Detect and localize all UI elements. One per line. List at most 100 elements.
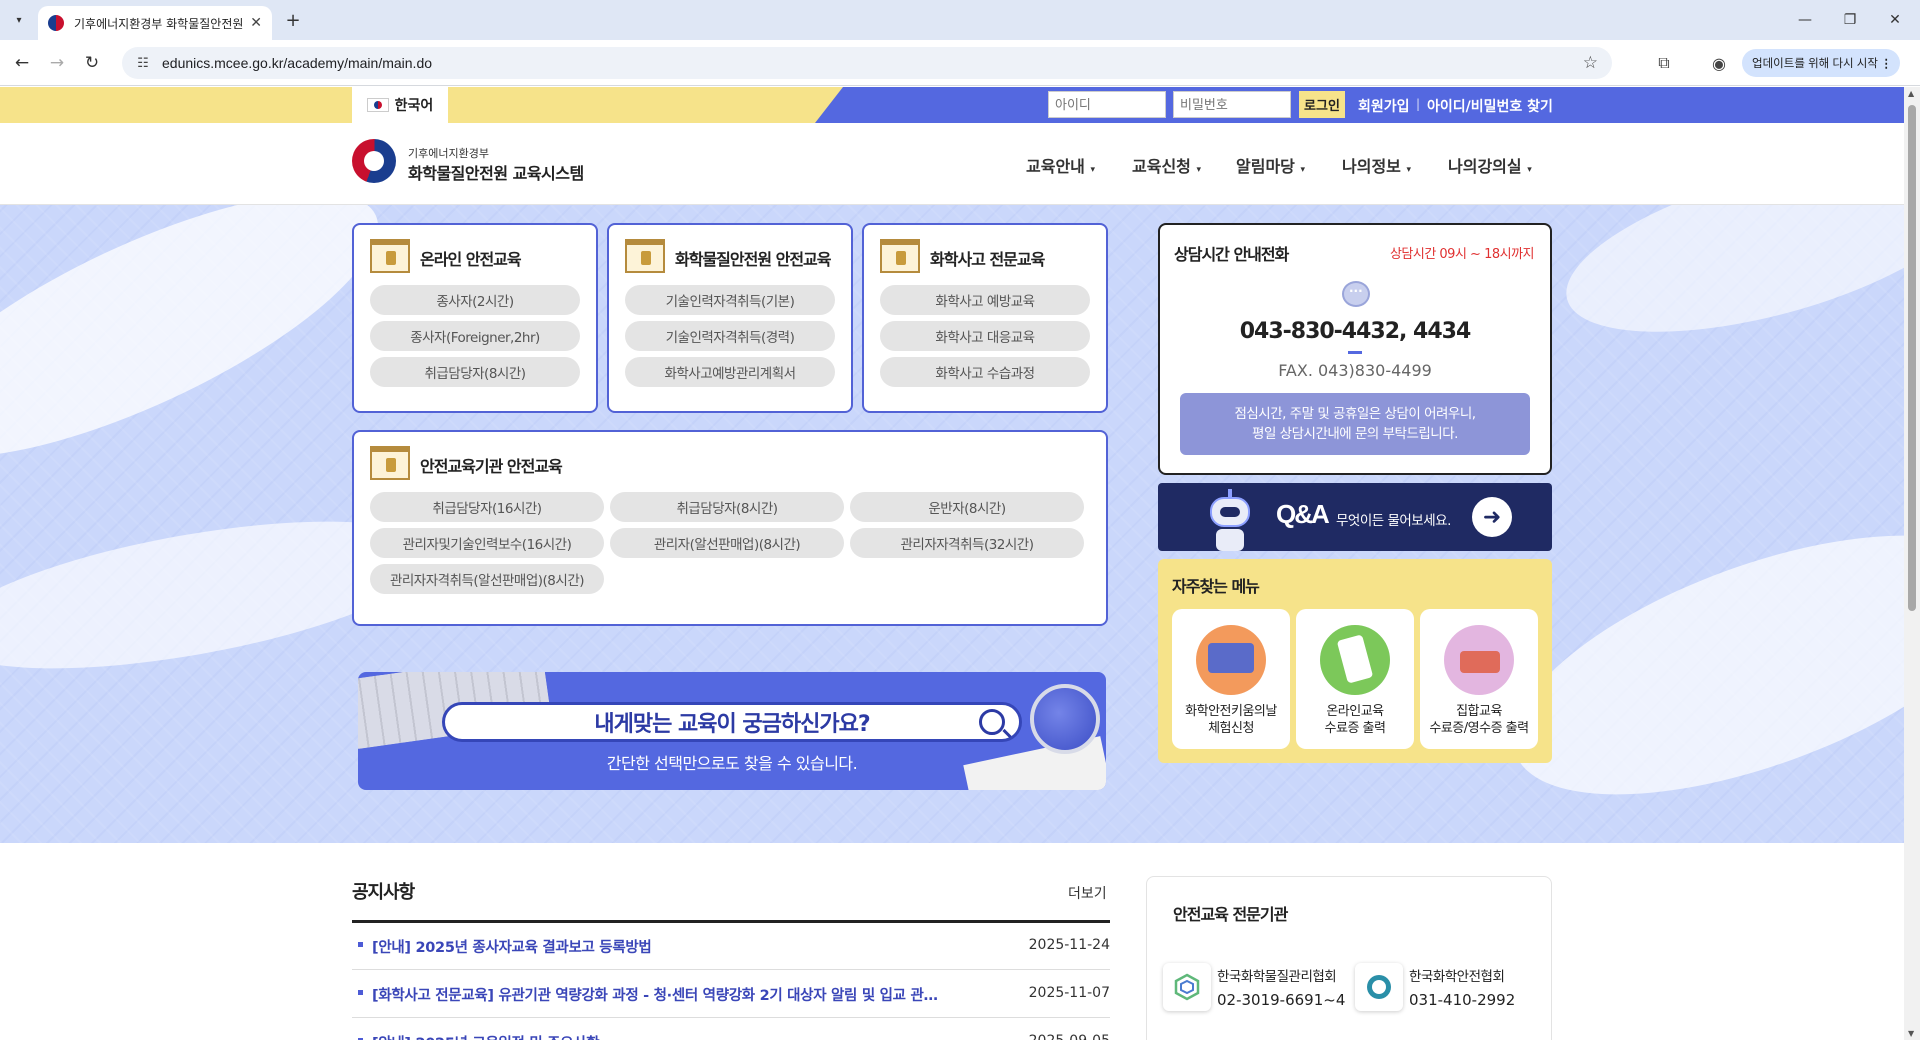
window-restore-icon[interactable]: ❐ bbox=[1835, 8, 1865, 32]
address-bar[interactable]: ☷ edunics.mcee.go.kr/academy/main/main.d… bbox=[122, 47, 1612, 79]
update-button-label: 업데이트를 위해 다시 시작 bbox=[1752, 58, 1878, 70]
gnb-education-apply[interactable]: 교육신청 ▾ bbox=[1132, 153, 1201, 177]
join-link[interactable]: 회원가입 bbox=[1358, 96, 1410, 116]
id-input[interactable] bbox=[1048, 91, 1166, 118]
scrollbar-thumb[interactable] bbox=[1908, 105, 1916, 611]
site-favicon-icon bbox=[48, 15, 64, 31]
notice-more-link[interactable]: 더보기 bbox=[1068, 883, 1107, 903]
card-agency-safety: 안전교육기관 안전교육 취급담당자(16시간) 취급담당자(8시간) 운반자(8… bbox=[352, 430, 1108, 626]
agency-item-kcma[interactable]: 한국화학물질관리협회 02-3019-6691~4 bbox=[1163, 963, 1345, 1011]
password-input[interactable] bbox=[1173, 91, 1291, 118]
notice-row[interactable]: [화학사고 전문교육] 유관기관 역량강화 과정 - 청·센터 역량강화 2기 … bbox=[352, 971, 1110, 1018]
card-institute-safety: 화학물질안전원 안전교육 기술인력자격취득(기본) 기술인력자격취득(경력) 화… bbox=[607, 223, 853, 413]
korea-flag-icon bbox=[366, 98, 389, 112]
bullet-icon bbox=[358, 942, 363, 947]
agency-name: 한국화학물질관리협회 bbox=[1217, 969, 1337, 985]
notice-row[interactable]: [안내] 2025년 교육일정 및 주요사항 2025-09-05 bbox=[352, 1019, 1110, 1040]
card-title: 안전교육기관 안전교육 bbox=[420, 457, 563, 476]
quick-label-line: 수료증 출력 bbox=[1324, 721, 1386, 736]
consult-note-line: 평일 상담시간내에 문의 부탁드립니다. bbox=[1252, 426, 1458, 442]
forward-arrow-icon[interactable]: → bbox=[45, 51, 69, 75]
course-pill[interactable]: 화학사고 수습과정 bbox=[880, 357, 1090, 387]
util-separator: | bbox=[1416, 97, 1421, 111]
back-arrow-icon[interactable]: ← bbox=[10, 51, 34, 75]
card-head: 안전교육기관 안전교육 bbox=[370, 446, 563, 480]
course-finder-banner[interactable]: 내게맞는 교육이 궁금하신가요? 간단한 선택만으로도 찾을 수 있습니다. bbox=[358, 672, 1106, 790]
profile-avatar-icon[interactable]: ◉ bbox=[1707, 51, 1731, 75]
quick-menu-item-online-cert[interactable]: 온라인교육 수료증 출력 bbox=[1296, 609, 1414, 749]
course-pill[interactable]: 기술인력자격취득(기본) bbox=[625, 285, 835, 315]
course-pill[interactable]: 화학사고 대응교육 bbox=[880, 321, 1090, 351]
scroll-up-arrow-icon[interactable]: ▲ bbox=[1908, 89, 1914, 98]
find-account-link[interactable]: 아이디/비밀번호 찾기 bbox=[1427, 96, 1553, 116]
course-pill[interactable]: 화학사고예방관리계획서 bbox=[625, 357, 835, 387]
tab-close-icon[interactable]: ✕ bbox=[250, 15, 262, 31]
card-title: 온라인 안전교육 bbox=[420, 250, 522, 269]
course-pill[interactable]: 취급담당자(8시간) bbox=[370, 357, 580, 387]
bookmark-star-icon[interactable]: ☆ bbox=[1583, 53, 1598, 73]
logo-system-name[interactable]: 화학물질안전원 교육시스템 bbox=[408, 160, 584, 184]
gnb-notice-board[interactable]: 알림마당 ▾ bbox=[1236, 153, 1305, 177]
agency-item-kcsa[interactable]: 한국화학안전협회 031-410-2992 bbox=[1355, 963, 1515, 1011]
browser-menu-dots-icon[interactable]: ⋮ bbox=[1881, 56, 1893, 70]
page-scrollbar[interactable]: ▲ ▼ bbox=[1904, 87, 1920, 1040]
consultation-box: 상담시간 안내전화 상담시간 09시 ~ 18시까지 043-830-4432,… bbox=[1158, 223, 1552, 475]
window-close-icon[interactable]: ✕ bbox=[1880, 8, 1910, 32]
logo-ministry-name[interactable]: 기후에너지환경부 bbox=[408, 145, 489, 161]
arrow-right-icon[interactable]: ➜ bbox=[1472, 497, 1512, 537]
browser-tab-active[interactable]: 기후에너지환경부 화학물질안전원 ✕ bbox=[38, 6, 272, 40]
course-pill[interactable]: 기술인력자격취득(경력) bbox=[625, 321, 835, 351]
printer-icon bbox=[1444, 625, 1514, 695]
consult-fax: FAX. 043)830-4499 bbox=[1278, 361, 1432, 380]
card-head: 화학물질안전원 안전교육 bbox=[625, 239, 831, 273]
course-finder-search[interactable]: 내게맞는 교육이 궁금하신가요? bbox=[442, 702, 1022, 742]
notice-row[interactable]: [안내] 2025년 종사자교육 결과보고 등록방법 2025-11-24 bbox=[352, 923, 1110, 970]
consult-hours: 상담시간 09시 ~ 18시까지 bbox=[1389, 247, 1535, 262]
language-selector[interactable]: 한국어 bbox=[352, 87, 448, 123]
course-pill[interactable]: 취급담당자(16시간) bbox=[370, 492, 604, 522]
gnb-education-info[interactable]: 교육안내 ▾ bbox=[1026, 153, 1095, 177]
login-button[interactable]: 로그인 bbox=[1299, 91, 1345, 118]
scroll-down-arrow-icon[interactable]: ▼ bbox=[1908, 1029, 1914, 1038]
course-pill[interactable]: 종사자(2시간) bbox=[370, 285, 580, 315]
extensions-puzzle-icon[interactable]: ⧉ bbox=[1652, 51, 1676, 75]
url-text[interactable]: edunics.mcee.go.kr/academy/main/main.do bbox=[162, 55, 432, 71]
notice-item-title[interactable]: [안내] 2025년 교육일정 및 주요사항 bbox=[372, 1032, 972, 1040]
tab-search-chevron-icon[interactable]: ▾ bbox=[8, 9, 30, 31]
notice-item-title[interactable]: [화학사고 전문교육] 유관기관 역량강화 과정 - 청·센터 역량강화 2기 … bbox=[372, 984, 972, 1005]
window-minimize-icon[interactable]: — bbox=[1790, 8, 1820, 32]
course-pill[interactable]: 관리자(알선판매업)(8시간) bbox=[610, 528, 844, 558]
course-pill[interactable]: 화학사고 예방교육 bbox=[880, 285, 1090, 315]
notice-item-date: 2025-11-07 bbox=[1028, 985, 1110, 1001]
course-pill[interactable]: 운반자(8시간) bbox=[850, 492, 1084, 522]
browser-tab-bar: ▾ 기후에너지환경부 화학물질안전원 ✕ + — ❐ ✕ bbox=[0, 0, 1920, 40]
gnb-my-info[interactable]: 나의정보 ▾ bbox=[1342, 153, 1411, 177]
government-emblem-logo[interactable] bbox=[352, 139, 396, 183]
gnb-my-classroom[interactable]: 나의강의실 ▾ bbox=[1448, 153, 1532, 177]
agency-text: 한국화학안전협회 031-410-2992 bbox=[1409, 965, 1515, 1009]
course-pill[interactable]: 관리자및기술인력보수(16시간) bbox=[370, 528, 604, 558]
qa-label: Q&A bbox=[1276, 499, 1330, 529]
agency-box-title: 안전교육 전문기관 bbox=[1173, 905, 1288, 924]
qa-subtitle: 무엇이든 물어보세요. bbox=[1336, 513, 1451, 529]
course-pill[interactable]: 종사자(Foreigner,2hr) bbox=[370, 321, 580, 351]
quick-menu-label: 온라인교육 수료증 출력 bbox=[1296, 703, 1414, 737]
agency-phone: 031-410-2992 bbox=[1409, 991, 1516, 1009]
course-pill[interactable]: 관리자자격취득(32시간) bbox=[850, 528, 1084, 558]
site-info-tune-icon[interactable]: ☷ bbox=[134, 54, 152, 72]
browser-update-button[interactable]: 업데이트를 위해 다시 시작 ⋮ bbox=[1742, 49, 1900, 77]
course-pill[interactable]: 관리자자격취득(알선판매업)(8시간) bbox=[370, 564, 604, 594]
consult-note-line: 점심시간, 주말 및 공휴일은 상담이 어려우니, bbox=[1234, 406, 1476, 422]
notice-item-title[interactable]: [안내] 2025년 종사자교육 결과보고 등록방법 bbox=[372, 936, 972, 957]
consult-phone: 043-830-4432, 4434 bbox=[1239, 319, 1472, 344]
quick-menu-item-experience[interactable]: 화학안전키움의날 체험신청 bbox=[1172, 609, 1290, 749]
lecture-board-icon bbox=[625, 239, 665, 273]
quick-menu-item-group-cert[interactable]: 집합교육 수료증/영수증 출력 bbox=[1420, 609, 1538, 749]
new-tab-plus-icon[interactable]: + bbox=[282, 9, 304, 31]
reload-icon[interactable]: ↻ bbox=[80, 51, 104, 75]
course-pill[interactable]: 취급담당자(8시간) bbox=[610, 492, 844, 522]
notice-item-date: 2025-11-24 bbox=[1028, 937, 1110, 953]
utility-bar: 한국어 로그인 회원가입 | 아이디/비밀번호 찾기 bbox=[0, 87, 1904, 123]
quick-menu-title: 자주찾는 메뉴 bbox=[1172, 577, 1260, 596]
qa-banner[interactable]: Q&A 무엇이든 물어보세요. ➜ bbox=[1158, 483, 1552, 551]
